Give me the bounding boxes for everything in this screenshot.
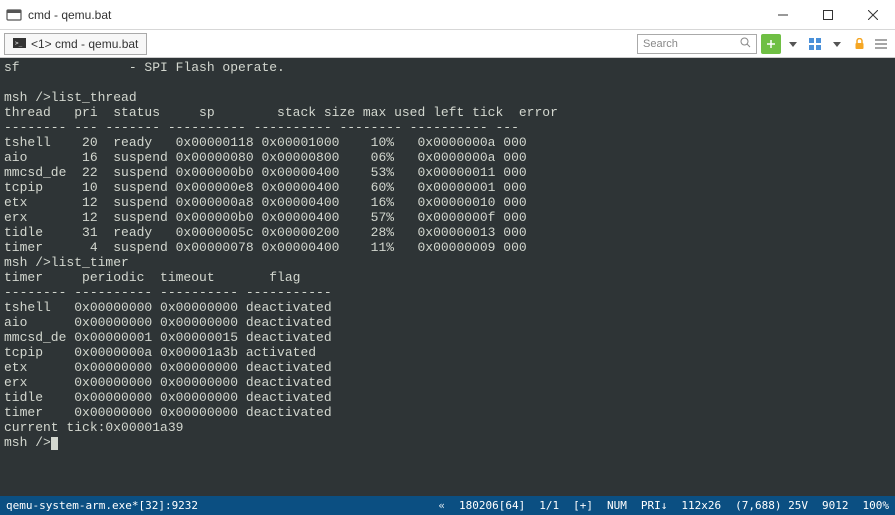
window-controls (760, 0, 895, 30)
dropdown-icon-2[interactable] (827, 34, 847, 54)
minimize-button[interactable] (760, 0, 805, 30)
search-input[interactable]: Search (637, 34, 757, 54)
new-tab-button[interactable] (761, 34, 781, 54)
tabbar: >_ <1> cmd - qemu.bat Search (0, 30, 895, 58)
terminal-cursor (51, 437, 58, 450)
status-dims: 112x26 (681, 499, 721, 512)
status-plus: [+] (573, 499, 593, 512)
status-zoom: 100% (863, 499, 890, 512)
lock-icon[interactable] (849, 34, 869, 54)
tab-label: <1> cmd - qemu.bat (31, 37, 138, 51)
status-process: qemu-system-arm.exe*[32]:9232 (6, 499, 198, 512)
search-placeholder: Search (643, 38, 678, 50)
status-dbl: « (438, 499, 445, 512)
status-cursor: (7,688) 25V (735, 499, 808, 512)
status-num: NUM (607, 499, 627, 512)
close-button[interactable] (850, 0, 895, 30)
panels-icon[interactable] (805, 34, 825, 54)
search-icon (740, 37, 751, 51)
maximize-button[interactable] (805, 0, 850, 30)
svg-text:>_: >_ (15, 40, 23, 47)
app-icon (6, 7, 22, 23)
status-bytes: 9012 (822, 499, 849, 512)
toolbar-icons (761, 34, 891, 54)
terminal-icon: >_ (13, 37, 26, 51)
menu-icon[interactable] (871, 34, 891, 54)
status-pri: PRI↓ (641, 499, 668, 512)
status-bar: qemu-system-arm.exe*[32]:9232 « 180206[6… (0, 496, 895, 515)
status-date: 180206[64] (459, 499, 525, 512)
dropdown-icon[interactable] (783, 34, 803, 54)
tab-cmd[interactable]: >_ <1> cmd - qemu.bat (4, 33, 147, 55)
window-titlebar: cmd - qemu.bat (0, 0, 895, 30)
terminal-output[interactable]: sf - SPI Flash operate. msh />list_threa… (0, 58, 895, 496)
window-title: cmd - qemu.bat (28, 8, 760, 22)
status-pages: 1/1 (539, 499, 559, 512)
